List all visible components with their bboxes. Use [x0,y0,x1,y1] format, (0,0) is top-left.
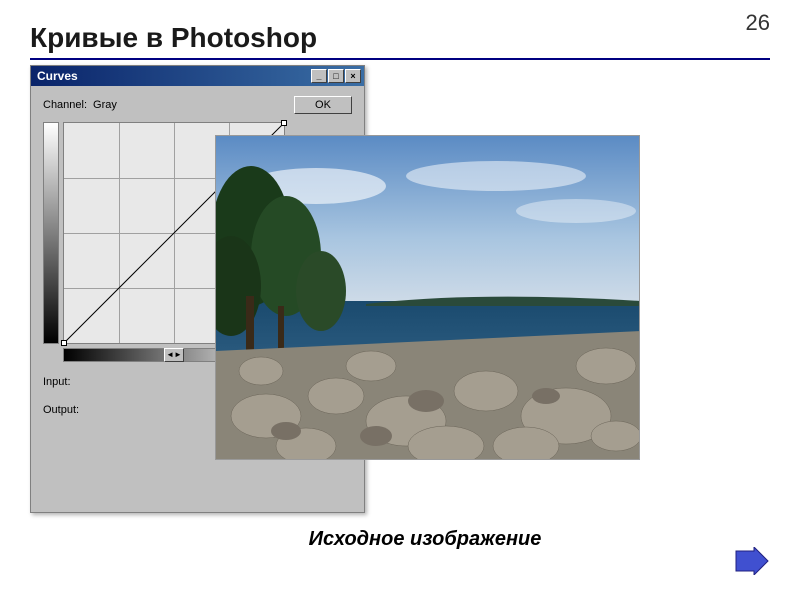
page-number: 26 [746,10,770,36]
dialog-title: Curves [34,69,311,83]
dialog-titlebar[interactable]: Curves _ □ × [31,66,364,86]
curve-handle-shadow[interactable] [61,340,67,346]
ok-button[interactable]: OK [294,96,352,114]
channel-label: Channel: [43,99,87,111]
curve-handle-highlight[interactable] [281,120,287,126]
minimize-button[interactable]: _ [311,69,327,83]
title-underline [30,58,770,60]
vertical-gradient [43,122,59,344]
output-label: Output: [43,404,79,416]
image-caption: Исходное изображение [210,528,640,551]
next-arrow-icon[interactable] [734,547,770,575]
input-label: Input: [43,376,79,388]
maximize-button[interactable]: □ [328,69,344,83]
channel-value[interactable]: Gray [93,99,117,111]
sample-image [215,135,640,460]
page-title: Кривые в Photoshop [30,22,317,54]
gradient-slider[interactable]: ◄► [164,348,184,362]
channel-row: Channel: Gray OK [43,96,352,114]
window-controls: _ □ × [311,69,361,83]
close-button[interactable]: × [345,69,361,83]
